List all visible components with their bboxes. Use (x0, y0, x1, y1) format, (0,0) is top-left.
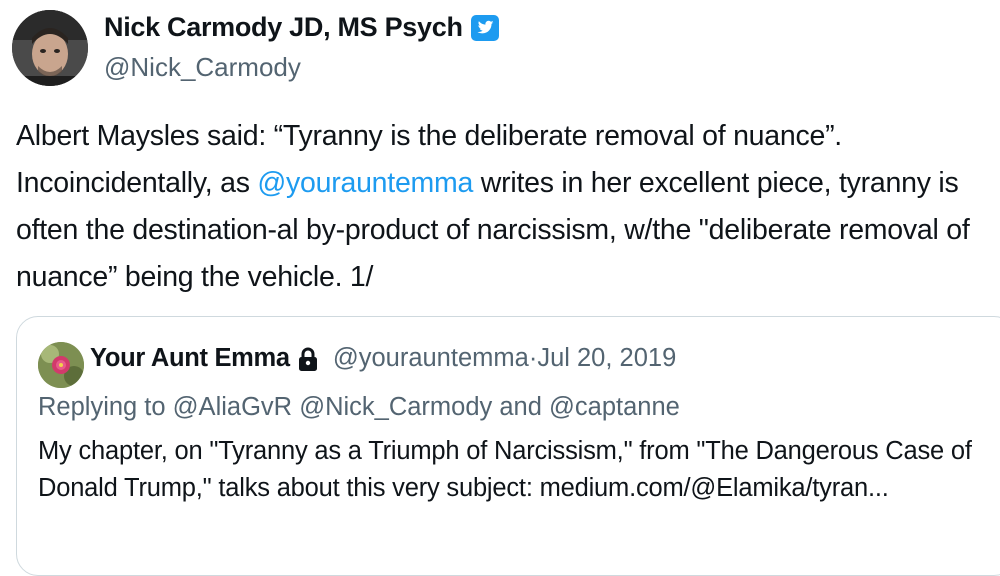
verified-badge-icon (470, 14, 499, 41)
meta-separator: · (528, 344, 538, 372)
quoted-header: Your Aunt Emma @yourauntemma · Jul 20, 2… (90, 344, 676, 373)
author-handle[interactable]: @Nick_Carmody (104, 52, 301, 83)
replying-prefix: Replying to (38, 393, 173, 421)
author-name[interactable]: Nick Carmody JD, MS Psych (104, 12, 499, 43)
quoted-tweet-card[interactable]: Your Aunt Emma @yourauntemma · Jul 20, 2… (16, 316, 1000, 576)
mention-link[interactable]: @yourauntemma (257, 167, 473, 199)
quoted-author-handle[interactable]: @yourauntemma (333, 344, 529, 373)
tweet-body: Albert Maysles said: “Tyranny is the del… (16, 113, 991, 301)
replying-to-line: Replying to @AliaGvR @Nick_Carmody and @… (38, 393, 680, 422)
reply-mention-captanne[interactable]: @captanne (549, 393, 680, 421)
author-name-text: Nick Carmody JD, MS Psych (104, 12, 463, 42)
quoted-date[interactable]: Jul 20, 2019 (537, 344, 676, 373)
quoted-author-avatar[interactable] (38, 342, 84, 388)
quoted-author-name[interactable]: Your Aunt Emma (90, 344, 290, 373)
author-avatar[interactable] (12, 10, 88, 86)
reply-mention-aliagvr[interactable]: @AliaGvR (173, 393, 292, 421)
quoted-tweet-text: My chapter, on "Tyranny as a Triumph of … (38, 437, 972, 502)
tweet[interactable]: Nick Carmody JD, MS Psych @Nick_Carmody … (0, 0, 1000, 576)
reply-and: and (492, 393, 549, 421)
lock-icon (297, 346, 319, 372)
reply-mention-nick-carmody[interactable]: @Nick_Carmody (299, 393, 492, 421)
